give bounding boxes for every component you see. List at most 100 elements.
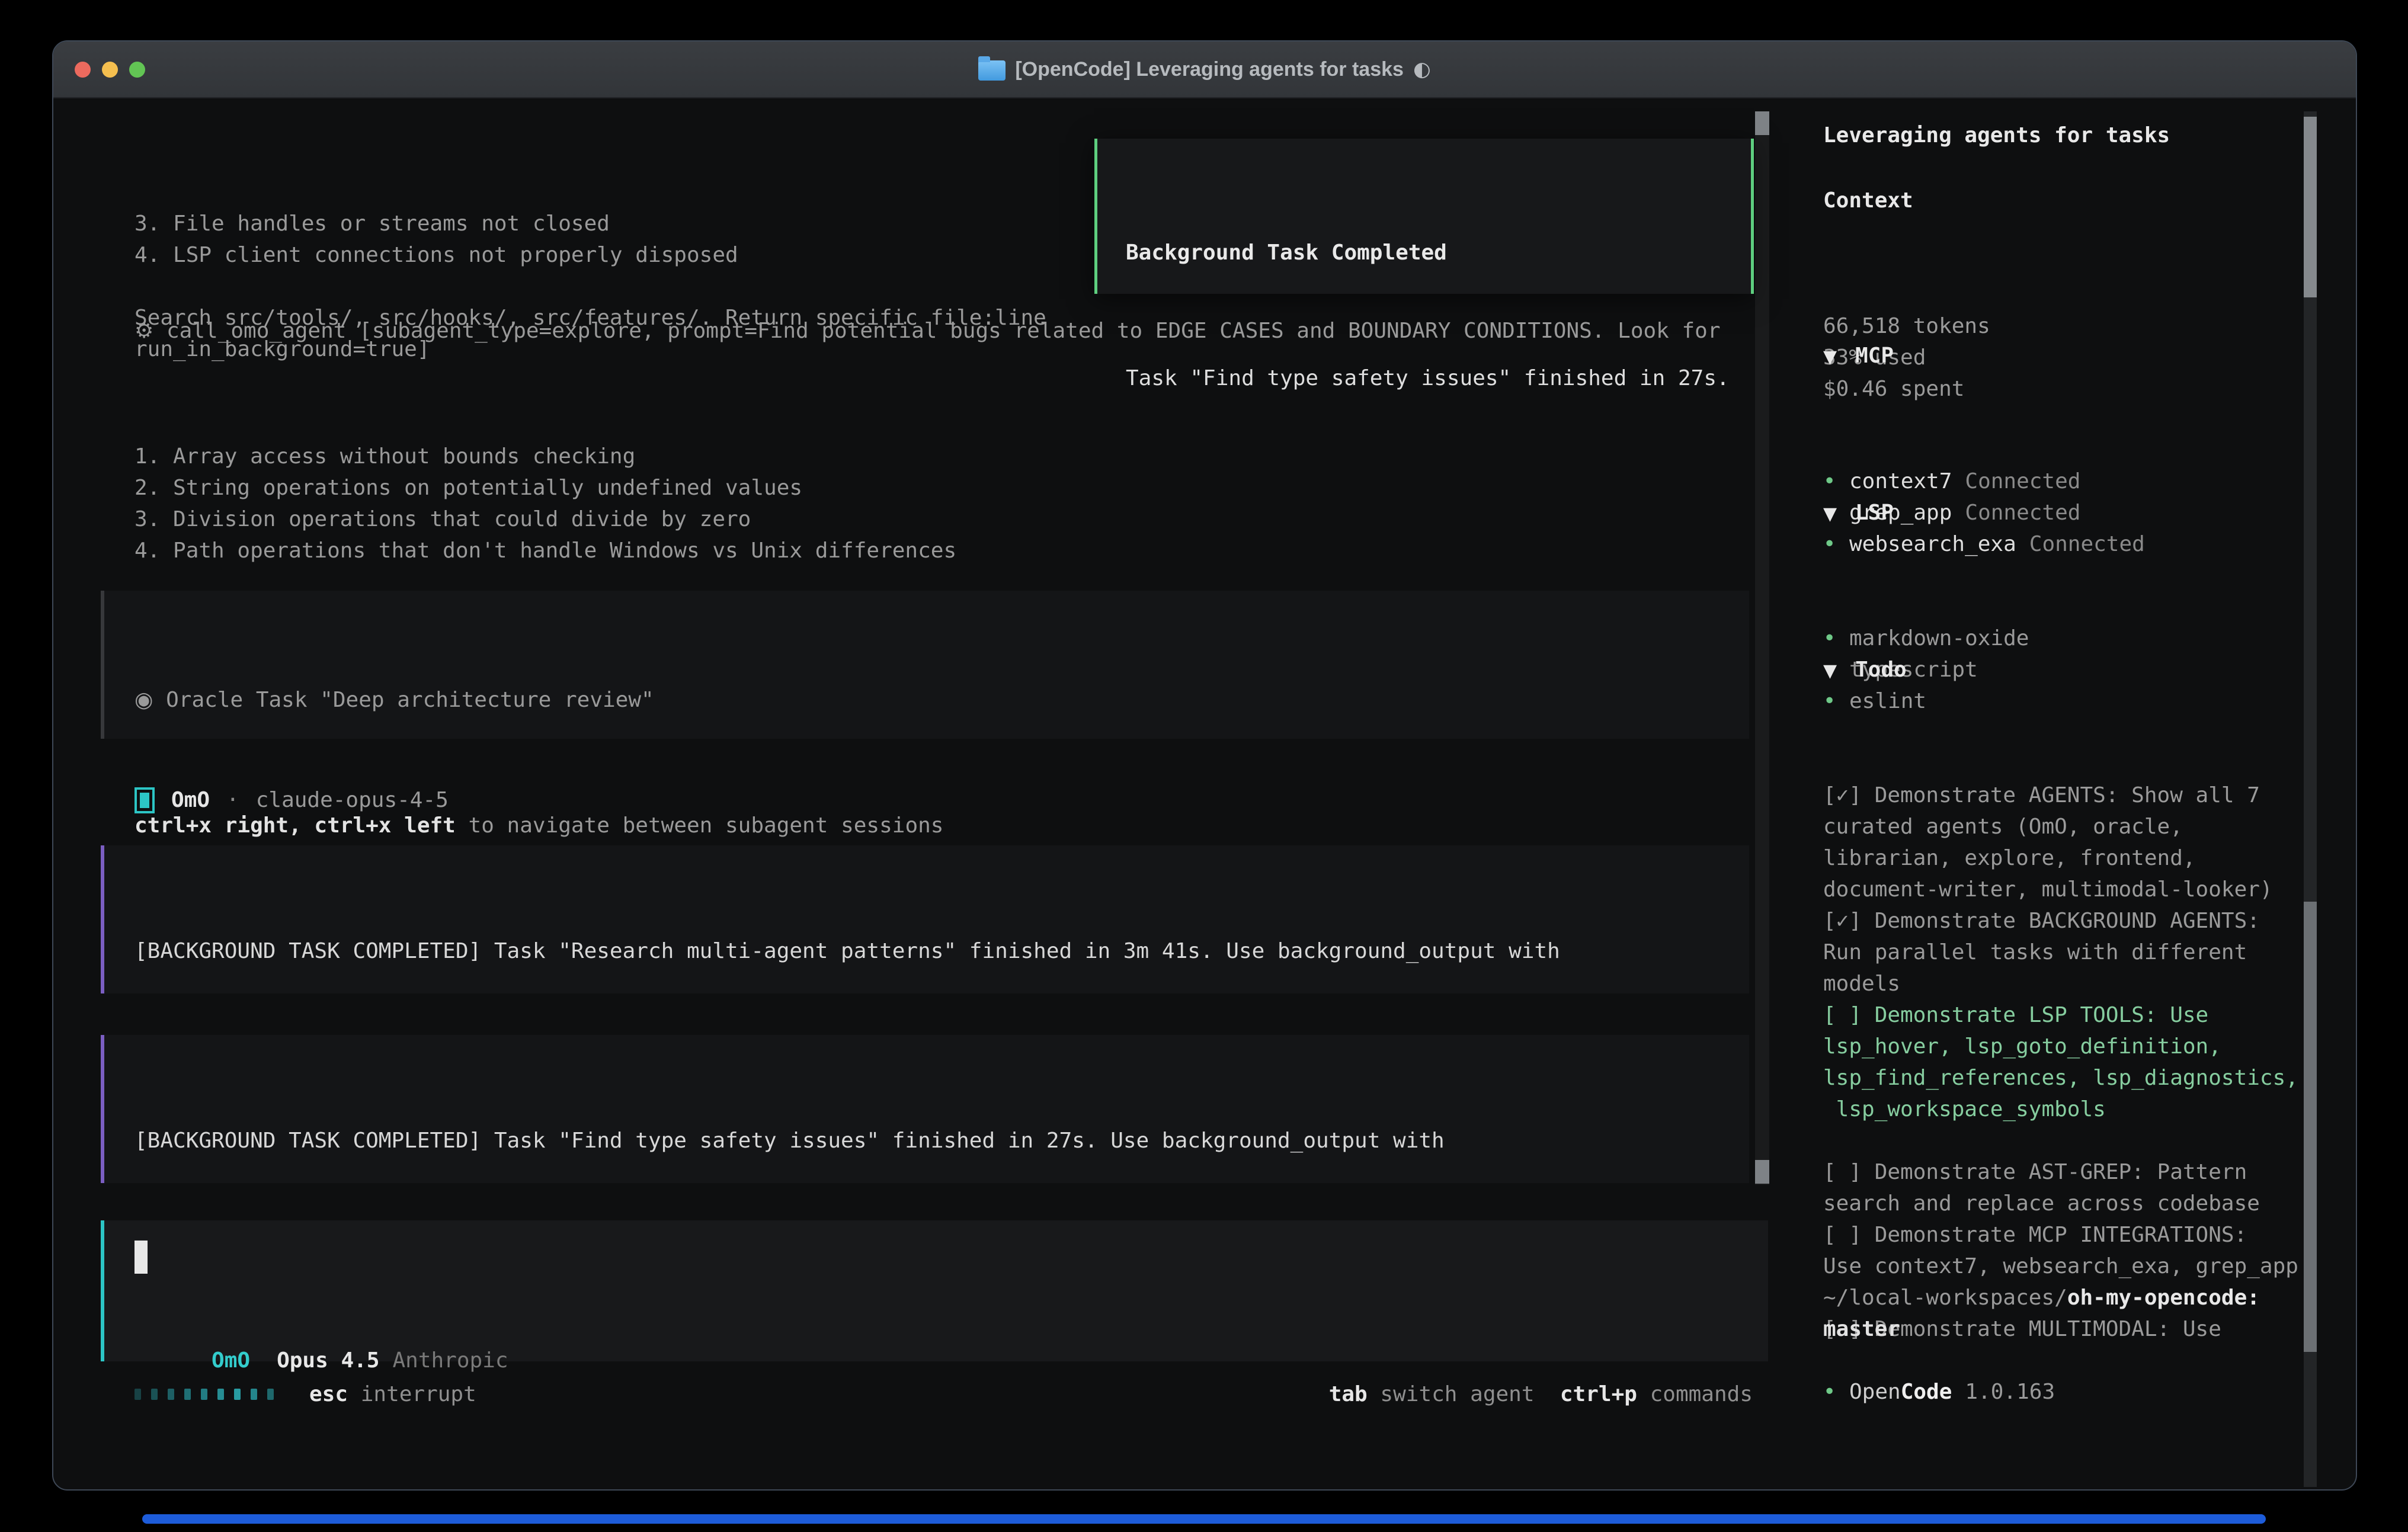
todo-line: Run parallel tasks with different <box>1823 937 2298 968</box>
opencode-window: [OpenCode] Leveraging agents for tasks ◐… <box>52 40 2357 1491</box>
oracle-task-panel: ◉ Oracle Task "Deep architecture review"… <box>101 591 1749 739</box>
statusbar-left: esc interrupt <box>135 1379 476 1410</box>
context-stat-line: 66,518 tokens <box>1823 310 1990 342</box>
fisheye-icon: ◉ <box>135 688 153 712</box>
todo-list: [✓] Demonstrate AGENTS: Show all 7curate… <box>1823 685 2298 1345</box>
desktop-accent-strip <box>142 1514 2266 1524</box>
interrupt-label: interrupt <box>361 1379 476 1410</box>
green-dot-icon: • <box>1823 1376 1849 1408</box>
todo-line: librarian, explore, frontend, <box>1823 842 2298 874</box>
mcp-item: •context7 Connected <box>1823 466 2145 497</box>
close-button[interactable] <box>75 62 91 78</box>
background-task-toast: Background Task Completed Task "Find typ… <box>1094 139 1754 294</box>
agent-separator: · <box>226 784 239 816</box>
toast-title: Background Task Completed <box>1126 237 1751 268</box>
todo-line: [ ] Demonstrate LSP TOOLS: Use <box>1823 999 2298 1031</box>
zoom-button[interactable] <box>129 62 145 78</box>
todo-line: [ ] Demonstrate AST-GREP: Pattern <box>1823 1156 2298 1188</box>
app-version-row: •OpenCode 1.0.163 <box>1823 1376 2055 1408</box>
folder-icon <box>978 60 1006 81</box>
lsp-name: markdown-oxide <box>1849 626 2029 650</box>
prompt-input[interactable]: OmOOpus 4.5Anthropic <box>101 1220 1768 1361</box>
traffic-lights <box>75 41 145 97</box>
todo-line: document-writer, multimodal-looker) <box>1823 874 2298 905</box>
oracle-hint-keys: ctrl+x right, ctrl+x left <box>135 813 456 838</box>
app-version: 1.0.163 <box>1965 1380 2055 1404</box>
mcp-name: context7 <box>1849 469 1952 493</box>
half-moon-icon: ◐ <box>1413 57 1431 81</box>
tool-call-body: 1. Array access without bounds checking2… <box>135 347 1650 629</box>
tool-call-text: call_omo_agent [subagent_type=explore, p… <box>166 319 1721 343</box>
lsp-section-header[interactable]: ▼LSP <box>1823 497 1894 530</box>
session-title: Leveraging agents for tasks <box>1823 120 2170 151</box>
app-name-regular: Open <box>1849 1380 1901 1404</box>
scrollback-line: 3. File handles or streams not closed <box>135 208 1046 239</box>
content-scrollbar-thumb-top[interactable] <box>1755 111 1769 135</box>
git-branch: master <box>1823 1313 1900 1345</box>
todo-line: curated agents (OmO, oracle, <box>1823 811 2298 842</box>
tool-call-body-line: 1. Array access without bounds checking <box>135 441 1650 472</box>
todo-line: [✓] Demonstrate BACKGROUND AGENTS: <box>1823 905 2298 937</box>
agent-name: OmO <box>171 784 210 816</box>
content-scrollbar-thumb-bottom[interactable] <box>1755 1160 1769 1184</box>
todo-line: models <box>1823 968 2298 999</box>
todo-line: lsp_hover, lsp_goto_definition, <box>1823 1031 2298 1062</box>
scrollback-line: 4. LSP client connections not properly d… <box>135 239 1046 271</box>
chevron-down-icon: ▼ <box>1823 655 1855 687</box>
app-name-bold: Code <box>1901 1380 1952 1404</box>
input-model[interactable]: Opus 4.5 <box>277 1348 379 1373</box>
agent-model: claude-opus-4-5 <box>256 784 449 816</box>
commands-label: commands <box>1650 1379 1753 1410</box>
todo-section-header[interactable]: ▼Todo <box>1823 654 1907 687</box>
todo-line: lsp_find_references, lsp_diagnostics, <box>1823 1062 2298 1094</box>
minimize-button[interactable] <box>102 62 118 78</box>
titlebar[interactable]: [OpenCode] Leveraging agents for tasks ◐ <box>53 41 2356 98</box>
todo-line: [ ] Demonstrate MCP INTEGRATIONS: <box>1823 1219 2298 1251</box>
mcp-section-header[interactable]: ▼MCP <box>1823 340 1894 373</box>
workspace-repo: oh-my-opencode: <box>2067 1286 2260 1310</box>
tab-key-hint: tab <box>1329 1379 1368 1410</box>
mcp-status: Connected <box>1965 501 2080 525</box>
mcp-status: Connected <box>1965 469 2080 493</box>
text-cursor <box>135 1241 148 1274</box>
tool-call-body-line: 2. String operations on potentially unde… <box>135 472 1650 504</box>
window-title: [OpenCode] Leveraging agents for tasks <box>1015 58 1404 81</box>
input-provider: Anthropic <box>392 1348 508 1373</box>
content-scrollbar-track[interactable] <box>1755 111 1769 1185</box>
statusbar-right: tab switch agent ctrl+p commands <box>1329 1379 1753 1410</box>
task-message-block: [BACKGROUND TASK COMPLETED] Task "Find t… <box>101 1035 1749 1183</box>
oracle-hint-text: to navigate between subagent sessions <box>456 813 944 838</box>
esc-key-hint: esc <box>309 1379 348 1410</box>
green-dot-icon: • <box>1823 466 1849 497</box>
task-line1: [BACKGROUND TASK COMPLETED] Task "Find t… <box>135 1125 1749 1156</box>
task-message-block: [BACKGROUND TASK COMPLETED] Task "Resear… <box>101 845 1749 993</box>
switch-agent-label: switch agent <box>1380 1379 1534 1410</box>
sidebar-scrollbar-thumb-top[interactable] <box>2304 117 2317 297</box>
todo-line: search and replace across codebase <box>1823 1188 2298 1219</box>
workspace-prefix: ~/local-workspaces/ <box>1823 1286 2067 1310</box>
scrollback-line <box>135 271 1046 302</box>
agent-icon <box>135 787 155 813</box>
chevron-down-icon: ▼ <box>1823 498 1855 530</box>
gear-icon: ⚙ <box>135 315 166 347</box>
tool-call-body-line: 4. Path operations that don't handle Win… <box>135 535 1650 566</box>
esc-key-label <box>348 1379 361 1410</box>
progress-spinner <box>135 1389 274 1400</box>
todo-line: Use context7, websearch_exa, grep_app <box>1823 1251 2298 1282</box>
ctrlp-key-hint: ctrl+p <box>1560 1379 1637 1410</box>
oracle-task-title: ◉ Oracle Task "Deep architecture review" <box>135 684 1749 716</box>
window-title-group: [OpenCode] Leveraging agents for tasks ◐ <box>978 57 1430 81</box>
mcp-status: Connected <box>2029 532 2145 556</box>
task-line1: [BACKGROUND TASK COMPLETED] Task "Resear… <box>135 935 1749 967</box>
input-agent: OmO <box>212 1348 250 1373</box>
context-heading: Context <box>1823 185 1913 216</box>
workspace-path: ~/local-workspaces/oh-my-opencode: <box>1823 1282 2260 1313</box>
green-dot-icon: • <box>1823 623 1849 654</box>
todo-line: [✓] Demonstrate AGENTS: Show all 7 <box>1823 780 2298 811</box>
tool-call-body-line: 3. Division operations that could divide… <box>135 504 1650 535</box>
tool-call-line: ⚙call_omo_agent [subagent_type=explore, … <box>135 315 1721 347</box>
sidebar-scrollbar-thumb-bottom[interactable] <box>2304 902 2317 1352</box>
todo-line <box>1823 1125 2298 1156</box>
agent-header: OmO · claude-opus-4-5 <box>135 784 449 816</box>
todo-line: lsp_workspace_symbols <box>1823 1094 2298 1125</box>
